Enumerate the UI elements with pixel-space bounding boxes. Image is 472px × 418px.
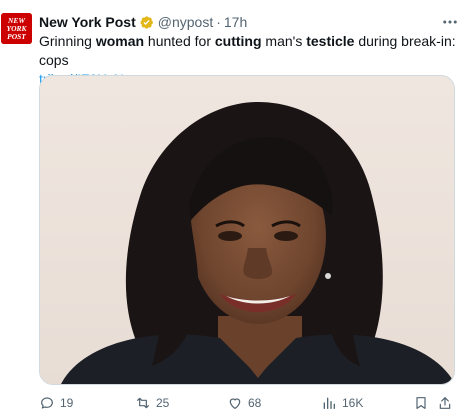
- share-button[interactable]: [437, 393, 453, 413]
- views-count: 16K: [342, 396, 364, 410]
- retweet-icon: [137, 397, 149, 409]
- reply-count: 19: [60, 396, 74, 410]
- heart-icon: [229, 398, 241, 409]
- headline-bold-segment: woman: [95, 33, 145, 49]
- headline-segment: Grinning: [39, 33, 96, 49]
- tweet-headline: Grinning woman hunted for cutting man's …: [39, 33, 456, 68]
- tweet-timestamp[interactable]: 17h: [224, 14, 247, 30]
- reply-icon: [41, 397, 53, 409]
- ellipsis-icon: [443, 20, 457, 24]
- nypost-logo-icon: NEW YORK POST: [1, 13, 32, 44]
- tweet-actions: 19 25 68 16K: [39, 393, 459, 413]
- bookmark-button[interactable]: [413, 393, 429, 413]
- tweet-card[interactable]: NEW YORK POST New York Post @nypost · 17…: [0, 0, 472, 418]
- author-handle[interactable]: @nypost: [158, 14, 213, 30]
- tweet-media-photo[interactable]: [39, 75, 455, 385]
- views-button[interactable]: 16K: [321, 393, 363, 413]
- retweet-count: 25: [156, 396, 170, 410]
- like-count: 68: [248, 396, 262, 410]
- share-icon: [439, 397, 451, 409]
- svg-text:POST: POST: [7, 32, 26, 41]
- separator-dot: ·: [216, 14, 221, 30]
- verified-badge-icon: [139, 15, 154, 30]
- tweet-header: New York Post @nypost · 17h: [39, 12, 247, 32]
- nypost-avatar[interactable]: NEW YORK POST: [1, 13, 32, 44]
- headline-segment: man's: [261, 33, 307, 49]
- headline-bold-segment: testicle: [306, 33, 355, 49]
- retweet-button[interactable]: 25: [135, 393, 169, 413]
- like-button[interactable]: 68: [227, 393, 261, 413]
- headline-segment: hunted for: [144, 33, 215, 49]
- views-chart-icon: [323, 397, 335, 409]
- bookmark-icon: [416, 397, 426, 409]
- reply-button[interactable]: 19: [39, 393, 73, 413]
- author-name[interactable]: New York Post: [39, 14, 136, 30]
- mugshot-photo: [40, 76, 454, 384]
- headline-bold-segment: cutting: [214, 33, 262, 49]
- more-options-button[interactable]: [440, 12, 460, 32]
